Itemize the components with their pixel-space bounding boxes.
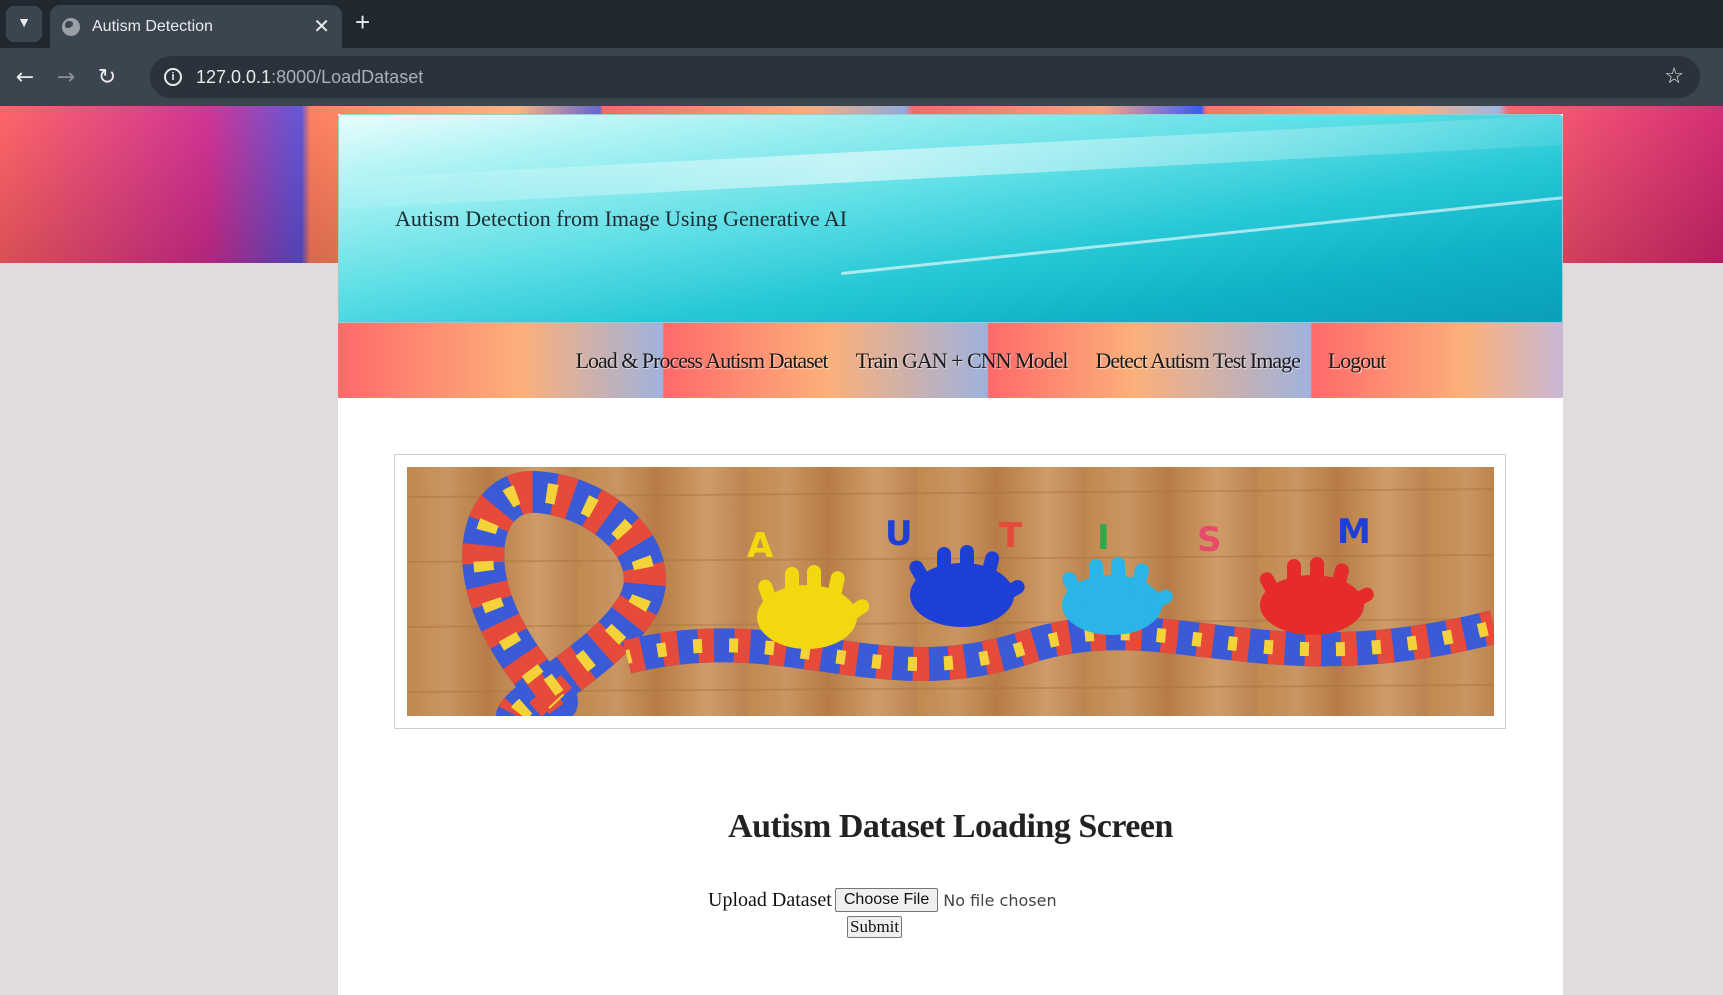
chevron-down-icon: ▼ (17, 16, 31, 31)
yellow-hand (757, 565, 870, 649)
tab-search-button[interactable]: ▼ (6, 6, 42, 42)
site-header: Autism Detection from Image Using Genera… (338, 114, 1563, 323)
choose-file-button[interactable]: Choose File (834, 888, 939, 912)
tab-close-icon[interactable]: ✕ (313, 17, 330, 37)
tab-title: Autism Detection (92, 17, 213, 35)
arrow-left-icon: ← (15, 64, 35, 90)
red-hand (1259, 557, 1374, 635)
main-menu: Load & Process Autism Dataset Train GAN … (338, 323, 1563, 398)
submit-button[interactable]: Submit (847, 916, 903, 938)
url-path: :8000/LoadDataset (271, 66, 424, 87)
arrow-right-icon: → (56, 64, 76, 90)
banner-illustration: A U T I S M (407, 470, 1494, 716)
forward-button[interactable]: → (49, 60, 83, 94)
site-title: Autism Detection from Image Using Genera… (395, 206, 848, 231)
banner-letter: S (1197, 520, 1222, 560)
reload-icon: ↻ (97, 64, 117, 90)
banner-letter: T (999, 516, 1023, 556)
upload-row: Upload Dataset Choose File No file chose… (708, 888, 1057, 912)
content-container: Autism Detection from Image Using Genera… (338, 114, 1563, 995)
banner-letter: M (1337, 512, 1371, 552)
page-viewport: Autism Detection from Image Using Genera… (0, 106, 1723, 995)
menu-item-load-dataset[interactable]: Load & Process Autism Dataset (576, 348, 829, 374)
back-button[interactable]: ← (8, 60, 42, 94)
new-tab-button[interactable]: + (355, 9, 370, 35)
file-status-text: No file chosen (943, 890, 1057, 910)
banner-letter: A (747, 526, 774, 566)
menu-item-logout[interactable]: Logout (1328, 348, 1387, 374)
page-heading: Autism Dataset Loading Screen (728, 808, 1173, 845)
globe-icon (62, 17, 80, 36)
autism-awareness-banner-image: A U T I S M (407, 467, 1494, 716)
banner-letter: U (885, 514, 913, 554)
url-host: 127.0.0.1 (196, 66, 272, 87)
upload-label: Upload Dataset (708, 888, 832, 911)
site-info-icon[interactable]: i (164, 68, 182, 86)
browser-tab[interactable]: Autism Detection ✕ (50, 5, 342, 48)
menu-item-detect-image[interactable]: Detect Autism Test Image (1095, 348, 1300, 374)
reload-button[interactable]: ↻ (90, 60, 124, 94)
address-bar[interactable]: i 127.0.0.1 :8000/LoadDataset ☆ (150, 56, 1700, 98)
banner-letter: I (1097, 518, 1110, 558)
browser-toolbar: ← → ↻ i 127.0.0.1 :8000/LoadDataset ☆ (0, 48, 1723, 106)
bookmark-star-icon[interactable]: ☆ (1664, 63, 1684, 89)
banner-frame: A U T I S M (394, 454, 1506, 729)
browser-tab-strip: ▼ Autism Detection ✕ + (0, 0, 1723, 48)
menu-item-train-model[interactable]: Train GAN + CNN Model (856, 348, 1069, 374)
